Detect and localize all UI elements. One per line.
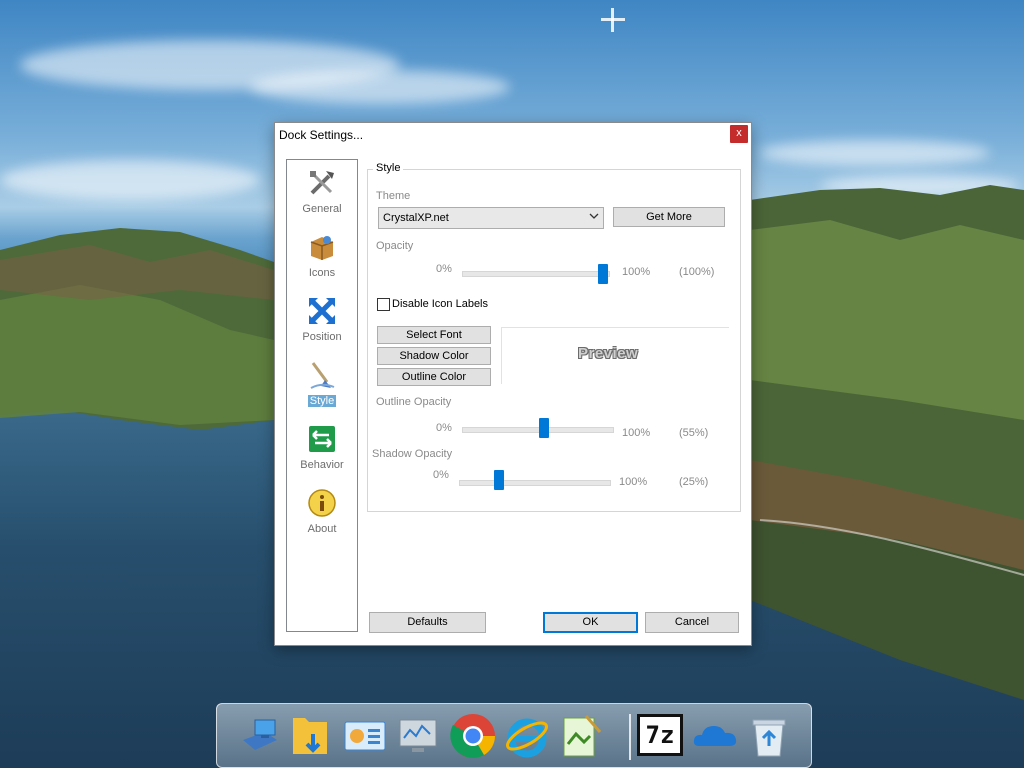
- close-icon: x: [736, 127, 742, 139]
- chevron-down-icon: [589, 213, 599, 219]
- outline-opacity-label: Outline Opacity: [376, 396, 452, 408]
- tools-icon: [310, 171, 334, 195]
- onedrive-icon[interactable]: [691, 712, 739, 760]
- close-button[interactable]: x: [730, 125, 748, 143]
- cancel-label: Cancel: [674, 616, 710, 628]
- cancel-button[interactable]: Cancel: [645, 612, 739, 633]
- shadow-opacity-min-label: 0%: [433, 469, 449, 481]
- shadow-opacity-readout: (25%): [679, 476, 709, 488]
- 7zip-icon[interactable]: 7z: [637, 714, 683, 756]
- disable-icon-labels-label[interactable]: Disable Icon Labels: [392, 298, 488, 310]
- dock-bar: 7z: [216, 703, 812, 768]
- nav-label: Behavior: [300, 459, 344, 471]
- outline-color-button[interactable]: Outline Color: [377, 368, 491, 386]
- opacity-min-label: 0%: [436, 263, 452, 275]
- ok-label: OK: [582, 616, 599, 628]
- opacity-slider-thumb[interactable]: [598, 264, 608, 284]
- style-group-title: Style: [373, 162, 404, 174]
- dock-separator: [629, 714, 631, 760]
- opacity-slider-track[interactable]: [462, 271, 610, 277]
- opacity-label: Opacity: [376, 240, 414, 252]
- nav-label: About: [307, 523, 337, 535]
- computer-icon[interactable]: [235, 712, 283, 760]
- opacity-readout: (100%): [679, 266, 715, 278]
- nav-item-behavior[interactable]: Behavior: [287, 420, 357, 480]
- outline-opacity-slider-thumb[interactable]: [539, 418, 549, 438]
- preview-text: Preview: [578, 345, 639, 362]
- outline-opacity-readout: (55%): [679, 427, 709, 439]
- shadow-opacity-label: Shadow Opacity: [372, 448, 453, 460]
- get-more-label: Get More: [646, 211, 692, 223]
- outline-opacity-min-label: 0%: [436, 422, 452, 434]
- arrows-icon: [309, 298, 335, 324]
- nav-label: Position: [302, 331, 342, 343]
- recycle-bin-icon[interactable]: [745, 712, 793, 760]
- nav-item-icons[interactable]: Icons: [287, 228, 357, 288]
- dialog-title: Dock Settings...: [279, 128, 364, 142]
- select-font-button[interactable]: Select Font: [377, 326, 491, 344]
- ok-button[interactable]: OK: [543, 612, 638, 633]
- shadow-opacity-slider-thumb[interactable]: [494, 470, 504, 490]
- nav-item-general[interactable]: General: [287, 164, 357, 224]
- nav-label: General: [302, 203, 342, 215]
- nav-label: Icons: [308, 267, 336, 279]
- defaults-button[interactable]: Defaults: [369, 612, 486, 633]
- nav-item-position[interactable]: Position: [287, 292, 357, 352]
- opacity-max-label: 100%: [622, 266, 651, 278]
- plus-icon: [601, 8, 625, 32]
- control-panel-icon[interactable]: [341, 712, 389, 760]
- behavior-arrow-icon: [309, 426, 335, 452]
- theme-value: CrystalXP.net: [383, 212, 449, 224]
- brush-icon: [310, 362, 335, 389]
- title-bar: Dock Settings... x: [275, 123, 751, 147]
- outline-opacity-slider-track[interactable]: [462, 427, 614, 433]
- chrome-icon[interactable]: [449, 712, 497, 760]
- settings-nav: General Icons Position Style Behavior Ab…: [286, 159, 358, 632]
- get-more-button[interactable]: Get More: [613, 207, 725, 227]
- defaults-label: Defaults: [407, 616, 448, 628]
- theme-label: Theme: [376, 190, 411, 202]
- nav-item-about[interactable]: About: [287, 484, 357, 544]
- shadow-color-label: Shadow Color: [399, 350, 469, 362]
- select-font-label: Select Font: [406, 329, 462, 341]
- notepad-icon[interactable]: [556, 712, 604, 760]
- nav-item-style[interactable]: Style: [287, 356, 357, 416]
- box-icon: [310, 236, 334, 260]
- shadow-opacity-max-label: 100%: [619, 476, 648, 488]
- theme-select[interactable]: CrystalXP.net: [378, 207, 604, 229]
- disable-icon-labels-checkbox[interactable]: [377, 298, 390, 311]
- outline-opacity-max-label: 100%: [622, 427, 651, 439]
- shadow-opacity-slider-track[interactable]: [459, 480, 611, 486]
- outline-color-label: Outline Color: [401, 371, 467, 383]
- nav-label: Style: [307, 395, 337, 407]
- info-icon: [308, 489, 336, 517]
- shadow-color-button[interactable]: Shadow Color: [377, 347, 491, 365]
- monitor-icon[interactable]: [394, 712, 442, 760]
- dock-settings-dialog: Dock Settings... x General Icons Positio…: [274, 122, 752, 646]
- 7zip-text: 7z: [645, 721, 675, 749]
- folder-download-icon[interactable]: [287, 712, 335, 760]
- internet-explorer-icon[interactable]: [503, 712, 551, 760]
